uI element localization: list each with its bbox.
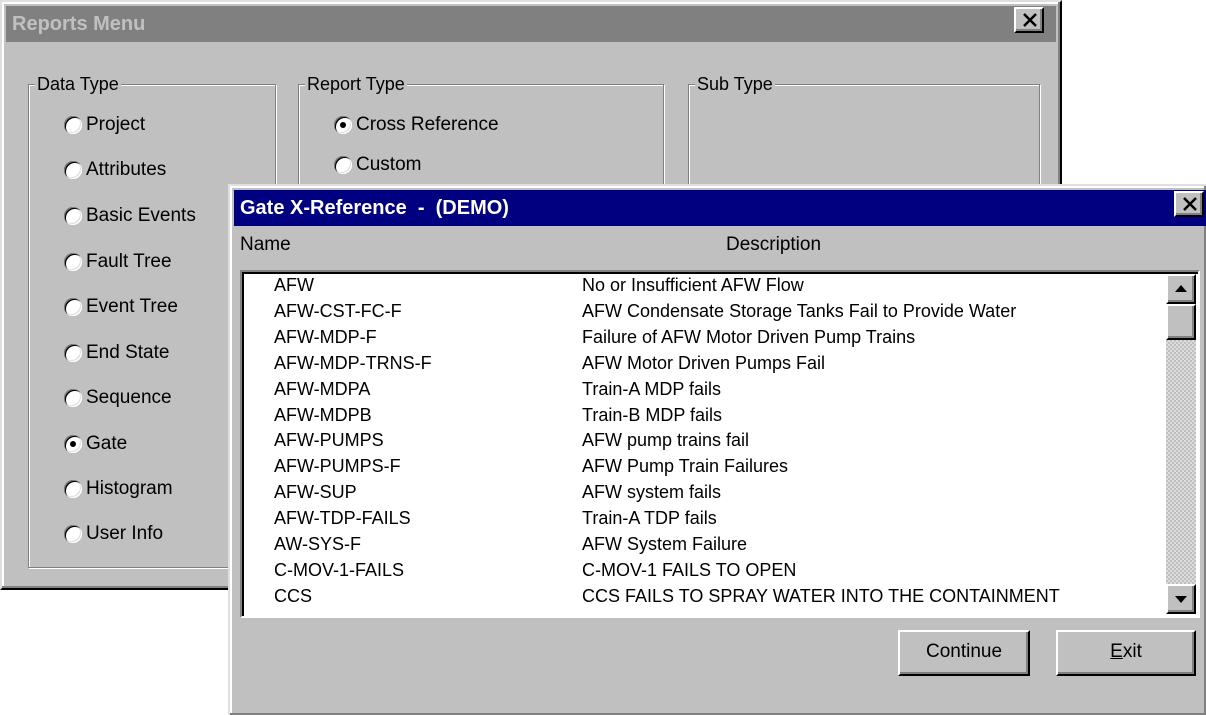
gate-name: AFW-PUMPS-F — [274, 456, 401, 477]
close-icon — [1183, 197, 1197, 211]
radio-sequence[interactable]: Sequence — [64, 383, 172, 413]
gate-description: CCS FAILS TO SPRAY WATER INTO THE CONTAI… — [582, 585, 1060, 606]
radio-button[interactable] — [64, 435, 82, 453]
radio-cross-reference[interactable]: Cross Reference — [334, 110, 499, 140]
list-item[interactable]: AFW No or Insufficient AFW Flow — [242, 274, 1162, 297]
radio-end-state[interactable]: End State — [64, 338, 169, 368]
gate-xref-window: Gate X-Reference - (DEMO) Name Descripti… — [228, 184, 1206, 715]
radio-button[interactable] — [64, 253, 82, 271]
gate-name: C-MOV-1-FAILS — [274, 559, 405, 580]
list-item[interactable]: AFW-MDP-F Failure of AFW Motor Driven Pum… — [242, 326, 1162, 349]
radio-project[interactable]: Project — [64, 110, 145, 140]
gate-name: AFW-PUMPS — [274, 430, 384, 451]
radio-button[interactable] — [64, 298, 82, 316]
reports-menu-titlebar[interactable]: Reports Menu — [6, 6, 1056, 42]
gate-name: AFW-SUP — [274, 482, 357, 503]
list-item[interactable]: CCS CCS FAILS TO SPRAY WATER INTO THE CON… — [242, 585, 1162, 608]
list-item[interactable]: AFW-MDP-TRNS-F AFW Motor Driven Pumps Fai… — [242, 352, 1162, 375]
gate-list[interactable]: AFW No or Insufficient AFW Flow AFW-CST-FC… — [240, 270, 1200, 618]
gate-xref-title: Gate X-Reference - (DEMO) — [240, 197, 509, 219]
gate-description: Train-B MDP fails — [582, 404, 723, 425]
gate-description: Train-A MDP fails — [582, 378, 722, 399]
gate-list-scrollbar[interactable] — [1166, 274, 1196, 614]
arrow-down-icon — [1175, 596, 1187, 603]
radio-basic-events[interactable]: Basic Events — [64, 201, 196, 231]
gate-description: C-MOV-1 FAILS TO OPEN — [582, 559, 797, 580]
arrow-up-icon — [1175, 285, 1187, 292]
gate-description: AFW Pump Train Failures — [582, 456, 789, 477]
gate-name: AW-SYS-F — [274, 534, 362, 554]
list-item[interactable]: AFW-PUMPS-F AFW Pump Train Failures — [242, 455, 1162, 478]
list-item[interactable]: AFW-MDPB Train-B MDP fails — [242, 404, 1162, 427]
sub-type-legend: Sub Type — [695, 72, 775, 96]
gate-description: No or Insufficient AFW Flow — [582, 275, 804, 295]
list-item[interactable]: AFW-SUP AFW system fails — [242, 481, 1162, 504]
description-column-header: Description — [726, 234, 822, 255]
radio-button[interactable] — [64, 480, 82, 498]
gate-description: Train-A TDP fails — [582, 508, 717, 529]
radio-button[interactable] — [64, 389, 82, 407]
gate-name: AFW-MDPA — [274, 378, 371, 399]
report-type-legend: Report Type — [305, 72, 407, 96]
list-item[interactable]: AFW-TDP-FAILS Train-A TDP fails — [242, 507, 1162, 530]
reports-menu-close-button[interactable] — [1014, 7, 1044, 33]
gate-description: AFW System Failure — [582, 534, 748, 554]
scroll-down-button[interactable] — [1166, 584, 1196, 614]
list-item[interactable]: AFW-MDPA Train-A MDP fails — [242, 378, 1162, 401]
gate-xref-titlebar[interactable]: Gate X-Reference - (DEMO) — [234, 190, 1206, 226]
name-column-header: Name — [240, 234, 291, 255]
gate-description: Failure of AFW Motor Driven Pump Trains — [582, 326, 916, 347]
close-icon — [1023, 13, 1037, 27]
radio-button[interactable] — [64, 207, 82, 225]
radio-button[interactable] — [64, 525, 82, 543]
gate-description: AFW system fails — [582, 482, 722, 503]
radio-button[interactable] — [334, 116, 352, 134]
scroll-thumb[interactable] — [1166, 304, 1196, 340]
radio-custom[interactable]: Custom — [334, 150, 421, 180]
radio-button[interactable] — [64, 161, 82, 179]
gate-description: AFW pump trains fail — [582, 430, 750, 451]
radio-button[interactable] — [64, 116, 82, 134]
data-type-legend: Data Type — [35, 72, 121, 96]
exit-button[interactable]: Exit — [1056, 630, 1196, 676]
radio-fault-tree[interactable]: Fault Tree — [64, 247, 172, 277]
radio-user-info[interactable]: User Info — [64, 519, 163, 549]
radio-event-tree[interactable]: Event Tree — [64, 292, 178, 322]
list-item[interactable]: AFW-CST-FC-F AFW Condensate Storage Tanks… — [242, 300, 1162, 323]
gate-description: AFW Condensate Storage Tanks Fail to Pro… — [582, 300, 1017, 321]
list-item[interactable]: AFW-PUMPS AFW pump trains fail — [242, 429, 1162, 452]
gate-name: AFW-CST-FC-F — [274, 300, 402, 321]
gate-name: AFW-MDPB — [274, 404, 372, 425]
radio-attributes[interactable]: Attributes — [64, 155, 166, 185]
gate-description: AFW Motor Driven Pumps Fail — [582, 352, 826, 373]
scroll-up-button[interactable] — [1166, 274, 1196, 304]
radio-histogram[interactable]: Histogram — [64, 474, 173, 504]
gate-xref-close-button[interactable] — [1174, 191, 1204, 217]
gate-name: AFW-MDP-F — [274, 326, 377, 347]
continue-button[interactable]: Continue — [898, 630, 1030, 676]
radio-button[interactable] — [64, 344, 82, 362]
gate-name: AFW — [274, 275, 314, 295]
gate-name: AFW-TDP-FAILS — [274, 508, 411, 529]
gate-name: CCS — [274, 585, 313, 606]
gate-name: AFW-MDP-TRNS-F — [274, 352, 432, 373]
reports-menu-title: Reports Menu — [12, 13, 146, 35]
list-item[interactable]: AW-SYS-F AFW System Failure — [242, 533, 1162, 556]
radio-gate[interactable]: Gate — [64, 429, 127, 459]
radio-button[interactable] — [334, 156, 352, 174]
list-item[interactable]: C-MOV-1-FAILS C-MOV-1 FAILS TO OPEN — [242, 559, 1162, 582]
